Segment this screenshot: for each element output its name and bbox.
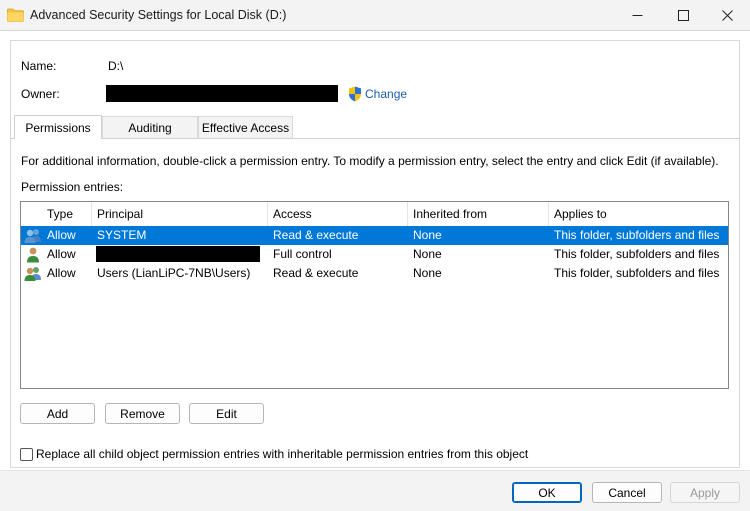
cell-principal: Users (LianLiPC-7NB\Users) (97, 266, 251, 280)
cell-type: Allow (47, 266, 76, 280)
minimize-icon (632, 15, 642, 16)
cell-principal-redacted (96, 246, 260, 262)
replace-child-permissions-label[interactable]: Replace all child object permission entr… (36, 447, 528, 461)
column-header-principal[interactable]: Principal (92, 202, 268, 226)
column-header-access[interactable]: Access (268, 202, 408, 226)
name-label: Name: (21, 59, 57, 73)
user-icon (27, 247, 39, 263)
cell-access: Read & execute (273, 228, 359, 242)
maximize-button[interactable] (660, 0, 706, 31)
change-owner-link[interactable]: Change (365, 87, 407, 101)
column-header-applies-to[interactable]: Applies to (549, 202, 728, 226)
cell-inherited-from: None (413, 247, 442, 261)
group-users-icon (24, 267, 41, 281)
tab-auditing[interactable]: Auditing (102, 116, 198, 138)
column-header-type[interactable]: Type (42, 202, 92, 226)
permission-entries-label: Permission entries: (21, 180, 124, 194)
cell-inherited-from: None (413, 266, 442, 280)
cell-inherited-from: None (413, 228, 442, 242)
table-row[interactable]: Allow SYSTEM Read & execute None This fo… (21, 226, 728, 245)
close-icon (721, 10, 733, 21)
cancel-button[interactable]: Cancel (592, 482, 662, 503)
folder-icon (7, 8, 24, 22)
table-row[interactable]: Allow Full control None This folder, sub… (21, 245, 728, 264)
tab-effective-access[interactable]: Effective Access (198, 116, 293, 138)
cell-type: Allow (47, 247, 76, 261)
cell-access: Full control (273, 247, 332, 261)
remove-button[interactable]: Remove (105, 403, 180, 424)
minimize-button[interactable] (614, 0, 660, 31)
cell-access: Read & execute (273, 266, 359, 280)
owner-label: Owner: (21, 87, 60, 101)
table-row[interactable]: Allow Users (LianLiPC-7NB\Users) Read & … (21, 264, 728, 283)
cell-applies-to: This folder, subfolders and files (554, 228, 720, 242)
permissions-info-text: For additional information, double-click… (21, 154, 719, 168)
uac-shield-icon (349, 86, 361, 102)
edit-button[interactable]: Edit (189, 403, 264, 424)
owner-value-redacted (106, 85, 338, 102)
add-button[interactable]: Add (20, 403, 95, 424)
column-header-inherited-from[interactable]: Inherited from (408, 202, 549, 226)
permission-entries-list[interactable]: Type Principal Access Inherited from App… (20, 201, 729, 389)
replace-child-permissions-checkbox[interactable] (20, 448, 33, 461)
close-button[interactable] (704, 0, 750, 31)
cell-principal: SYSTEM (97, 228, 147, 242)
window-title: Advanced Security Settings for Local Dis… (30, 8, 287, 22)
cell-type: Allow (47, 228, 76, 242)
tab-permissions[interactable]: Permissions (14, 115, 102, 139)
group-users-icon (24, 229, 41, 243)
cell-applies-to: This folder, subfolders and files (554, 247, 720, 261)
apply-button[interactable]: Apply (670, 482, 740, 503)
title-bar: Advanced Security Settings for Local Dis… (0, 0, 750, 31)
cell-applies-to: This folder, subfolders and files (554, 266, 720, 280)
name-value: D:\ (108, 59, 124, 73)
maximize-icon (677, 10, 689, 21)
ok-button[interactable]: OK (512, 482, 582, 503)
